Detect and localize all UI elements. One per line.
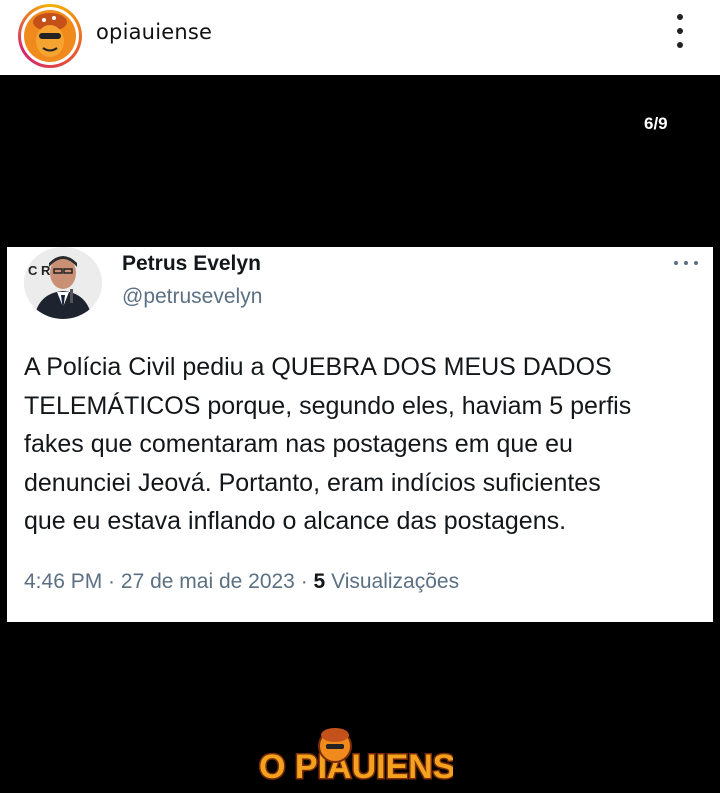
tweet-more-icon[interactable] xyxy=(674,259,698,267)
tweet-meta: 4:46 PM · 27 de mai de 2023 · 5 Visualiz… xyxy=(24,570,460,593)
tweet-time: 4:46 PM xyxy=(24,570,103,593)
tweet-views-count: 5 xyxy=(313,570,326,593)
tweet-author-name[interactable]: Petrus Evelyn xyxy=(122,252,261,276)
post-header: opiauiense xyxy=(0,0,720,75)
brand-logo: O PIAUIENSE xyxy=(253,722,480,788)
tweet-date: 27 de mai de 2023 xyxy=(120,570,295,593)
tweet-author-handle[interactable]: @petrusevelyn xyxy=(122,285,262,309)
brand-logo-text: O PIAUIENSE xyxy=(259,748,453,786)
tweet-card: C RUI Petrus Evelyn @petrusevelyn A Polí… xyxy=(7,247,713,622)
more-options-icon[interactable] xyxy=(668,14,692,48)
profile-avatar[interactable] xyxy=(18,4,82,68)
slide-counter: 6/9 xyxy=(644,114,668,133)
mascot-icon xyxy=(24,10,76,62)
tweet-author-avatar[interactable]: C RUI xyxy=(24,247,102,319)
tweet-views-label: Visualizações xyxy=(331,570,460,593)
username[interactable]: opiauiense xyxy=(96,20,212,44)
tweet-text: A Polícia Civil pediu a QUEBRA DOS MEUS … xyxy=(24,353,632,535)
